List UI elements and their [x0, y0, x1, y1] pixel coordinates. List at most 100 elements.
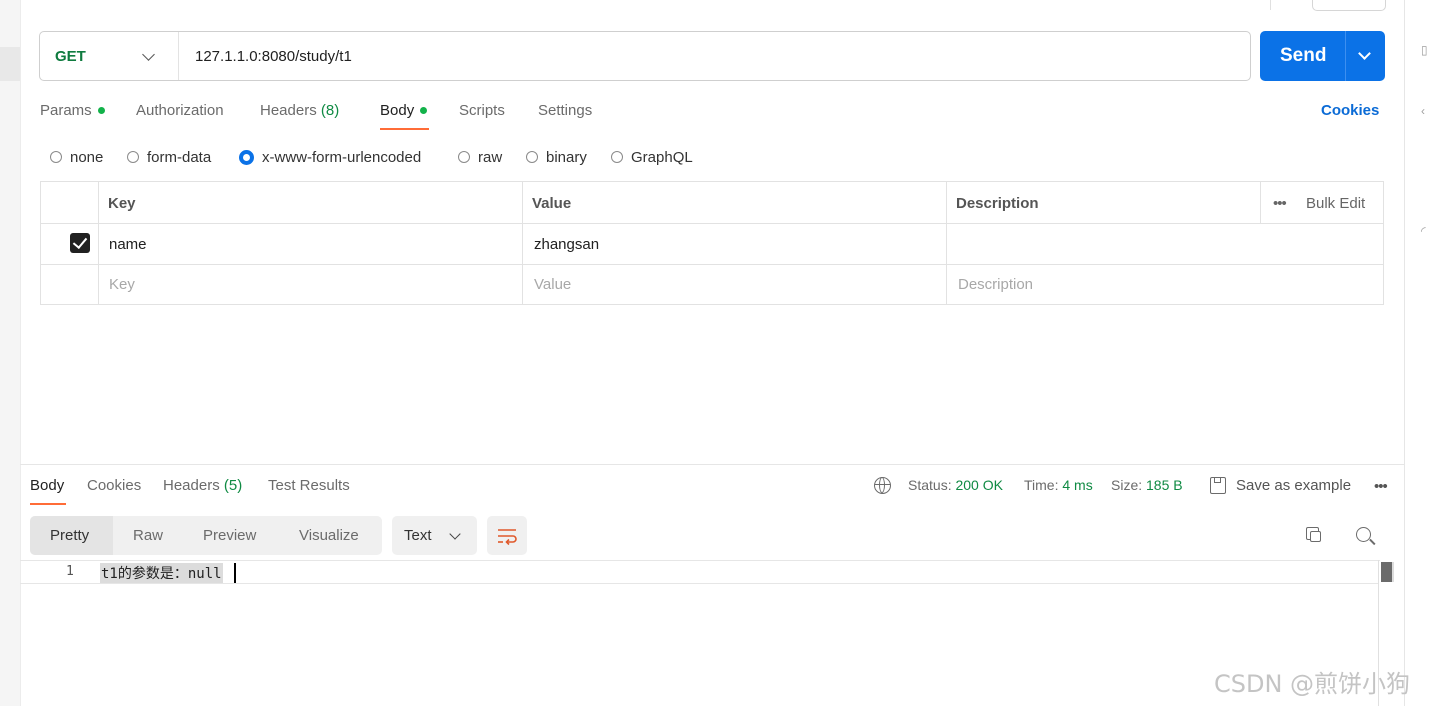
- tab-body[interactable]: Body: [380, 102, 428, 119]
- document-icon[interactable]: ▯: [1421, 43, 1429, 57]
- view-raw[interactable]: Raw: [133, 527, 163, 544]
- radio-circle: [127, 151, 139, 163]
- more-icon[interactable]: •••: [1374, 478, 1388, 495]
- editor-scrollbar-thumb[interactable]: [1381, 562, 1394, 582]
- bulk-edit-button[interactable]: Bulk Edit: [1306, 195, 1365, 212]
- top-divider: [1270, 0, 1271, 10]
- radio-x-www-form-urlencoded[interactable]: x-www-form-urlencoded: [239, 147, 421, 167]
- text-caret: [234, 563, 236, 583]
- method-select[interactable]: GET: [40, 32, 179, 80]
- radio-label: form-data: [147, 148, 212, 166]
- status-label: Status:: [908, 477, 952, 493]
- new-value-input[interactable]: Value: [534, 276, 571, 293]
- radio-form-data[interactable]: form-data: [127, 147, 211, 167]
- radio-label: raw: [478, 148, 503, 166]
- tab-settings[interactable]: Settings: [538, 102, 592, 119]
- response-tab-test-results[interactable]: Test Results: [268, 477, 350, 494]
- response-divider[interactable]: [20, 464, 1404, 465]
- globe-icon[interactable]: [874, 477, 891, 494]
- tab-scripts[interactable]: Scripts: [459, 102, 505, 119]
- params-table: Key Value Description ••• Bulk Edit name…: [40, 181, 1384, 305]
- chevron-left-icon[interactable]: ‹: [1421, 104, 1429, 118]
- format-select[interactable]: Text: [392, 516, 477, 555]
- size-readout[interactable]: Size: 185 B: [1111, 477, 1183, 493]
- header-value: Value: [532, 195, 572, 212]
- tab-label: Scripts: [459, 102, 505, 119]
- tab-label: Authorization: [136, 102, 224, 119]
- radio-binary[interactable]: binary: [526, 147, 587, 167]
- time-label: Time:: [1024, 477, 1059, 493]
- save-as-example-button[interactable]: Save as example: [1236, 477, 1351, 494]
- save-icon[interactable]: [1210, 477, 1226, 494]
- line-number: 1: [66, 564, 74, 579]
- radio-circle: [458, 151, 470, 163]
- response-tab-body[interactable]: Body: [30, 477, 64, 494]
- active-dot: [97, 106, 105, 114]
- send-label: Send: [1280, 45, 1327, 66]
- radio-graphql[interactable]: GraphQL: [611, 147, 693, 167]
- search-icon[interactable]: [1356, 527, 1371, 542]
- sidebar-selected-item[interactable]: [0, 47, 20, 81]
- more-options-icon[interactable]: •••: [1273, 195, 1287, 212]
- tab-headers[interactable]: Headers (8): [260, 102, 339, 119]
- view-preview[interactable]: Preview: [203, 527, 256, 544]
- chevron-down-icon: [449, 528, 461, 540]
- param-value[interactable]: zhangsan: [534, 236, 599, 253]
- method-label: GET: [55, 48, 86, 65]
- wrap-lines-button[interactable]: [487, 516, 527, 555]
- send-options-chevron-icon[interactable]: [1358, 47, 1371, 60]
- format-label: Text: [404, 527, 432, 544]
- row-divider: [41, 264, 1383, 265]
- tab-label: Params: [40, 102, 92, 119]
- row-enabled-checkbox[interactable]: [70, 233, 90, 253]
- column-divider: [1260, 182, 1261, 223]
- header-description: Description: [956, 195, 1039, 212]
- radio-none[interactable]: none: [50, 147, 103, 167]
- tab-label: Headers: [163, 477, 220, 494]
- tab-params[interactable]: Params: [40, 102, 105, 119]
- radio-label: GraphQL: [631, 148, 693, 166]
- copy-icon[interactable]: [1306, 527, 1321, 542]
- radio-raw[interactable]: raw: [458, 147, 502, 167]
- status-value: 200 OK: [955, 477, 1003, 493]
- active-dot: [420, 106, 428, 114]
- view-pretty[interactable]: Pretty: [50, 527, 89, 544]
- new-key-input[interactable]: Key: [109, 276, 135, 293]
- response-tab-cookies[interactable]: Cookies: [87, 477, 141, 494]
- tab-count: (8): [320, 102, 340, 119]
- tab-authorization[interactable]: Authorization: [136, 102, 224, 119]
- time-value: 4 ms: [1062, 477, 1093, 493]
- send-divider: [1345, 31, 1346, 81]
- left-sidebar-strip: [0, 0, 21, 706]
- code-text[interactable]: t1的参数是：null: [100, 563, 223, 583]
- view-visualize[interactable]: Visualize: [299, 527, 359, 544]
- radio-circle: [50, 151, 62, 163]
- view-mode-selector: Pretty Raw Preview Visualize: [30, 516, 382, 555]
- response-code-editor[interactable]: 1 t1的参数是：null: [20, 560, 1380, 707]
- status-readout[interactable]: Status: 200 OK: [908, 477, 1003, 493]
- size-value: 185 B: [1146, 477, 1183, 493]
- response-active-underline: [30, 503, 66, 505]
- time-readout[interactable]: Time: 4 ms: [1024, 477, 1093, 493]
- tab-label: Body: [380, 102, 415, 119]
- radio-circle-selected: [239, 149, 254, 165]
- radio-circle: [526, 151, 538, 163]
- new-description-input[interactable]: Description: [958, 276, 1033, 293]
- column-divider: [946, 182, 947, 304]
- active-tab-underline: [380, 128, 429, 130]
- param-key[interactable]: name: [109, 236, 147, 253]
- cookies-link[interactable]: Cookies: [1321, 102, 1379, 119]
- send-button[interactable]: Send: [1260, 31, 1385, 81]
- url-input[interactable]: 127.1.1.0:8080/study/t1: [195, 48, 352, 65]
- response-tab-headers[interactable]: Headers (5): [163, 477, 242, 494]
- watermark: CSDN @煎饼小狗: [1214, 670, 1411, 698]
- tab-label: Headers: [260, 102, 317, 119]
- header-key: Key: [108, 195, 136, 212]
- top-action-button[interactable]: [1312, 0, 1386, 11]
- column-divider: [522, 182, 523, 304]
- tab-label: Settings: [538, 102, 593, 119]
- info-icon[interactable]: ◜: [1421, 224, 1429, 238]
- url-bar: GET 127.1.1.0:8080/study/t1: [39, 31, 1251, 81]
- radio-circle: [611, 151, 623, 163]
- code-line: 1 t1的参数是：null: [20, 561, 1378, 584]
